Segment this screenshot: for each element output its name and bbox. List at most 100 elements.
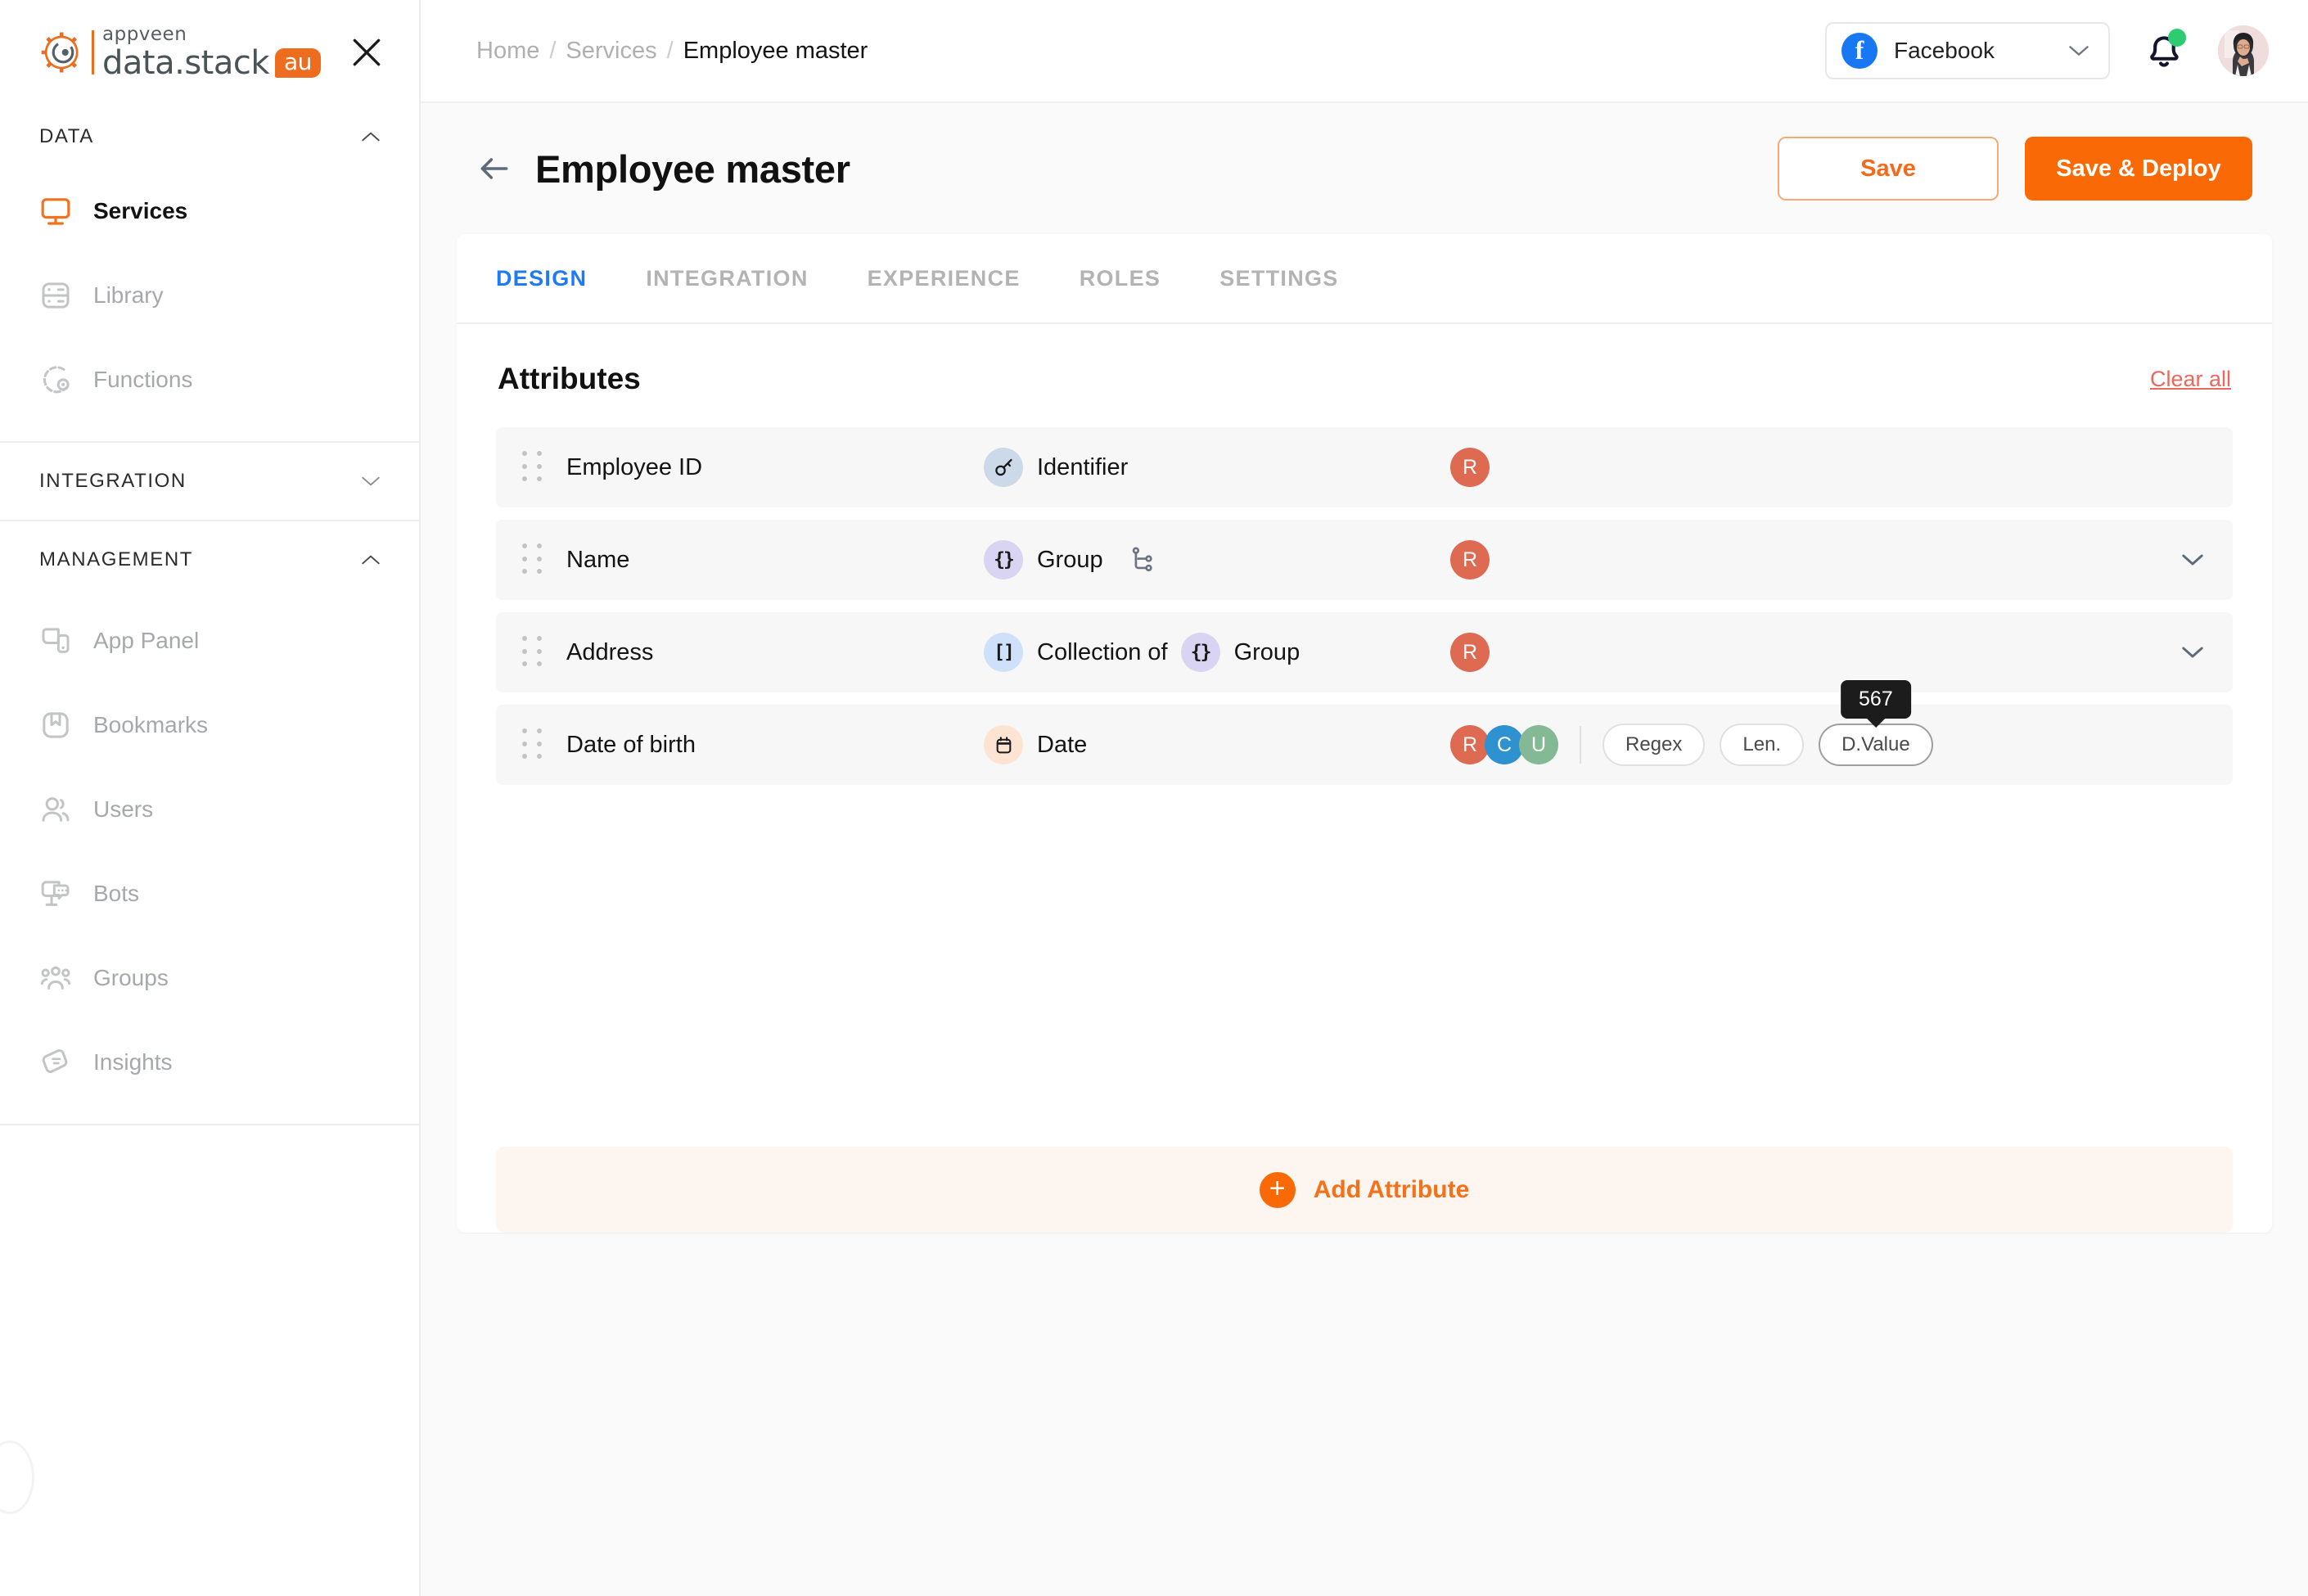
brackets-glyph: []: [994, 642, 1015, 663]
notifications-button[interactable]: [2143, 29, 2186, 72]
tab-settings[interactable]: SETTINGS: [1190, 233, 1368, 323]
flag-required-badge[interactable]: R: [1450, 540, 1490, 579]
clear-all-link[interactable]: Clear all: [2150, 367, 2231, 392]
facebook-icon: f: [1841, 33, 1878, 69]
type-chip-group: {} Group: [984, 540, 1103, 579]
row-expand-chevron-down-icon[interactable]: [2180, 552, 2205, 567]
sidebar-section-integration[interactable]: INTEGRATION: [0, 443, 419, 520]
design-card: DESIGN INTEGRATION EXPERIENCE ROLES SETT…: [457, 234, 2272, 1233]
attribute-flags: R: [1450, 448, 1490, 487]
decorative-arc: [0, 1440, 34, 1514]
drag-handle-icon[interactable]: [522, 728, 543, 761]
logo-au-badge: au: [275, 48, 321, 78]
attribute-flags: R: [1450, 540, 1490, 579]
table-row[interactable]: Employee ID Identifier R: [496, 427, 2233, 507]
flag-required-badge[interactable]: R: [1450, 725, 1490, 764]
type-label: Group: [1233, 638, 1301, 665]
tab-integration[interactable]: INTEGRATION: [616, 233, 837, 323]
brackets-icon: []: [984, 633, 1023, 672]
sidebar-section-integration-label: INTEGRATION: [39, 470, 187, 492]
chevron-down-icon: [2069, 46, 2089, 56]
row-expand-chevron-down-icon[interactable]: [2180, 645, 2205, 660]
drag-handle-icon[interactable]: [522, 451, 543, 484]
flag-required-badge[interactable]: R: [1450, 448, 1490, 487]
tree-structure-icon[interactable]: [1128, 545, 1156, 575]
breadcrumb: Home / Services / Employee master: [476, 38, 868, 65]
logo-appveen-text: appveen: [102, 24, 187, 45]
sidebar-item-app-panel-label: App Panel: [93, 627, 200, 653]
flag-required-badge[interactable]: R: [1450, 633, 1490, 672]
key-glyph-icon: [994, 458, 1012, 476]
tab-roles[interactable]: ROLES: [1050, 233, 1191, 323]
braces-glyph: {}: [994, 549, 1015, 570]
sidebar-item-library-label: Library: [93, 282, 164, 308]
app-selector[interactable]: f Facebook: [1825, 22, 2110, 79]
sidebar: appveen data.stack au DATA Services Libr…: [0, 0, 421, 1596]
type-label: Collection of: [1037, 638, 1168, 665]
table-row[interactable]: Date of birth Date R C U Regex Len. 567 …: [496, 680, 2233, 785]
avatar[interactable]: [2218, 25, 2269, 76]
chevron-up-icon: [362, 132, 380, 142]
notification-dot: [2168, 29, 2186, 47]
type-chip-identifier: Identifier: [984, 448, 1128, 487]
attribute-type: Date: [984, 725, 1442, 764]
content: Employee master Save Save & Deploy DESIG…: [421, 103, 2308, 1596]
sidebar-item-bots-label: Bots: [93, 880, 140, 906]
sidebar-item-services[interactable]: Services: [0, 169, 419, 253]
app-selector-value: Facebook: [1894, 38, 1995, 63]
sidebar-item-library[interactable]: Library: [0, 253, 419, 337]
tab-design[interactable]: DESIGN: [496, 233, 616, 323]
sidebar-header: appveen data.stack au: [0, 0, 419, 105]
monitor-icon: [41, 197, 70, 225]
logo-product-label: data.stack: [102, 44, 270, 82]
breadcrumb-separator: /: [666, 37, 674, 64]
add-attribute-button[interactable]: + Add Attribute: [496, 1147, 2233, 1233]
gear-logo-icon: [41, 32, 79, 73]
table-row[interactable]: Name {} Group R: [496, 520, 2233, 600]
sidebar-item-users[interactable]: Users: [0, 767, 419, 851]
drag-handle-icon[interactable]: [522, 543, 543, 576]
sidebar-item-functions[interactable]: Functions: [0, 337, 419, 422]
arrow-left-icon[interactable]: [476, 151, 512, 187]
breadcrumb-services[interactable]: Services: [566, 38, 656, 65]
breadcrumb-separator: /: [549, 37, 557, 64]
sidebar-item-groups[interactable]: Groups: [0, 936, 419, 1020]
divider: [0, 1124, 419, 1125]
chevron-up-icon: [362, 555, 380, 565]
save-button[interactable]: Save: [1778, 137, 1999, 201]
sidebar-section-data[interactable]: DATA: [0, 105, 419, 169]
table-row[interactable]: Address [] Collection of {} Group R: [496, 612, 2233, 692]
sidebar-item-insights-label: Insights: [93, 1048, 173, 1075]
braces-icon: {}: [1180, 633, 1220, 672]
drag-handle-icon[interactable]: [522, 636, 543, 669]
close-icon[interactable]: [349, 34, 385, 70]
library-icon: [42, 282, 70, 309]
type-label: Date: [1037, 731, 1088, 758]
key-icon: [984, 448, 1023, 487]
braces-glyph: {}: [1190, 642, 1212, 663]
breadcrumb-current: Employee master: [683, 37, 868, 64]
sidebar-item-users-label: Users: [93, 796, 154, 822]
flag-create-badge[interactable]: C: [1485, 725, 1524, 764]
attribute-name: Employee ID: [566, 453, 703, 480]
pill-length[interactable]: Len.: [1720, 724, 1805, 766]
add-attribute-label: Add Attribute: [1313, 1175, 1470, 1203]
sidebar-item-insights[interactable]: Insights: [0, 1020, 419, 1104]
save-and-deploy-button[interactable]: Save & Deploy: [2025, 137, 2252, 201]
sidebar-item-bookmarks[interactable]: Bookmarks: [0, 683, 419, 767]
flag-unique-badge[interactable]: U: [1519, 725, 1558, 764]
sidebar-item-bots[interactable]: Bots: [0, 851, 419, 936]
pill-regex[interactable]: Regex: [1603, 724, 1706, 766]
attributes-panel: Attributes Clear all Employee ID Identif…: [457, 324, 2272, 1233]
main-area: Home / Services / Employee master f Face…: [421, 0, 2308, 1596]
tab-experience[interactable]: EXPERIENCE: [838, 233, 1050, 323]
type-chip-date: Date: [984, 725, 1087, 764]
breadcrumb-home[interactable]: Home: [476, 38, 539, 65]
sidebar-item-app-panel[interactable]: App Panel: [0, 598, 419, 683]
sidebar-section-management[interactable]: MANAGEMENT: [0, 521, 419, 598]
pill-default-value[interactable]: D.Value: [1819, 724, 1933, 766]
attribute-type: {} Group: [984, 540, 1442, 579]
attribute-name: Address: [566, 638, 654, 665]
attributes-title: Attributes: [498, 362, 641, 395]
